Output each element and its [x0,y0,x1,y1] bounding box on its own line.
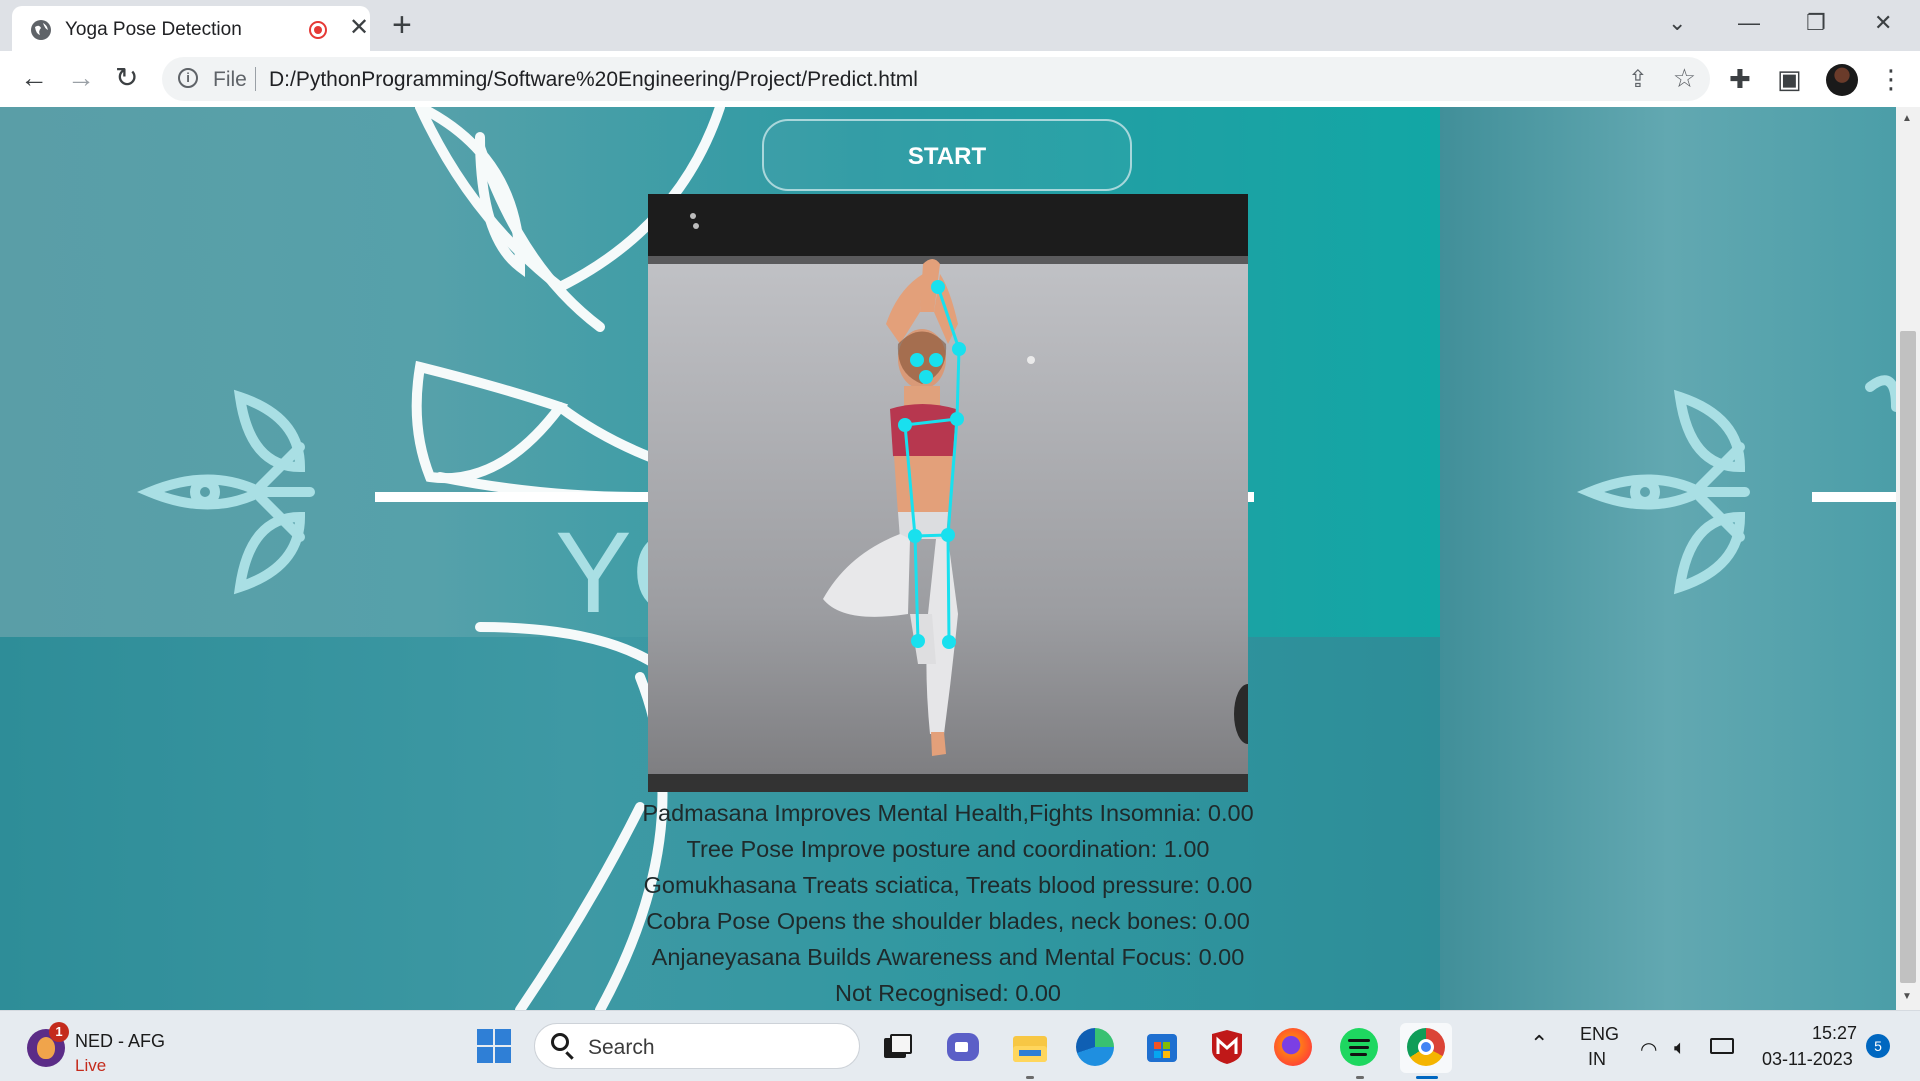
store-icon[interactable] [1143,1028,1181,1066]
file-explorer-icon[interactable] [1011,1028,1049,1066]
chrome-active-tile[interactable] [1400,1023,1452,1073]
wifi-icon[interactable]: ◠ [1640,1037,1657,1062]
task-view-icon[interactable] [878,1028,916,1066]
browser-toolbar: ← → ↻ i File D:/PythonProgramming/Softwa… [0,51,1920,108]
language-indicator-line1[interactable]: ENG [1580,1024,1619,1045]
reload-icon[interactable]: ↻ [115,61,138,95]
chat-icon[interactable] [944,1028,982,1066]
minimize-icon[interactable]: — [1738,8,1760,38]
notification-count-badge[interactable]: 5 [1866,1034,1890,1058]
share-icon[interactable]: ⇪ [1628,65,1648,94]
mcafee-icon[interactable] [1208,1028,1246,1066]
side-panel-icon[interactable]: ▣ [1777,65,1802,93]
browser-menu-icon[interactable]: ⋮ [1878,65,1904,93]
tab-close-icon[interactable]: ✕ [349,16,369,40]
taskbar-search-box[interactable]: Search [534,1023,860,1069]
clock-date[interactable]: 03-11-2023 [1762,1049,1853,1070]
start-button[interactable]: START [762,119,1132,191]
spotify-icon[interactable] [1340,1028,1378,1066]
spotify-running-indicator [1356,1076,1364,1079]
pose-predictions: Padmasana Improves Mental Health,Fights … [0,795,1896,1010]
scroll-down-arrow-icon[interactable]: ▼ [1902,991,1912,1002]
profile-avatar[interactable] [1826,64,1858,96]
close-window-icon[interactable]: ✕ [1874,8,1892,38]
battery-icon[interactable] [1710,1038,1734,1054]
address-scheme-label: File [213,68,247,91]
prediction-anjaneyasana: Anjaneyasana Builds Awareness and Mental… [651,944,1245,970]
new-tab-button[interactable]: + [392,8,412,42]
windows-taskbar: 1 NED - AFG Live Search ⌃ ENG IN ◠ 🔈︎ 15… [0,1010,1920,1081]
prediction-cobra-pose: Cobra Pose Opens the shoulder blades, ne… [646,908,1250,934]
back-arrow-icon[interactable]: ← [20,61,48,95]
clock-time[interactable]: 15:27 [1812,1023,1857,1044]
prediction-padmasana: Padmasana Improves Mental Health,Fights … [642,800,1254,826]
volume-icon[interactable]: 🔈︎ [1674,1037,1686,1060]
chrome-active-indicator [1416,1076,1438,1079]
prediction-gomukhasana: Gomukhasana Treats sciatica, Treats bloo… [643,872,1253,898]
widget-flame-icon [37,1037,55,1059]
tab-title: Yoga Pose Detection [65,19,242,40]
search-icon [551,1033,569,1051]
tab-search-chevron-icon[interactable]: ⌄ [1668,8,1686,38]
show-hidden-icons-chevron-icon[interactable]: ⌃ [1530,1031,1548,1057]
globe-icon [31,20,51,40]
prediction-tree-pose: Tree Pose Improve posture and coordinati… [686,836,1210,862]
address-url[interactable]: D:/PythonProgramming/Software%20Engineer… [269,68,918,92]
edge-icon[interactable] [1076,1028,1114,1066]
page-viewport: YO START Padmasana Improves Mental Healt… [0,107,1896,1010]
site-info-icon[interactable]: i [178,68,198,88]
restore-icon[interactable]: ❐ [1806,8,1826,38]
pose-detection-frame [648,194,1248,792]
tab-yoga-pose-detection[interactable]: Yoga Pose Detection ✕ [12,6,370,51]
bookmark-star-icon[interactable]: ☆ [1673,63,1696,94]
language-indicator-line2[interactable]: IN [1588,1049,1606,1070]
firefox-icon[interactable] [1274,1028,1312,1066]
forward-arrow-icon[interactable]: → [67,61,95,95]
search-placeholder: Search [588,1036,655,1059]
webcam-video-feed [648,194,1248,792]
browser-tab-bar: Yoga Pose Detection ✕ + ⌄ — ❐ ✕ [0,0,1920,51]
scrollbar-thumb[interactable] [1900,331,1916,983]
recording-indicator-icon [309,21,327,39]
prediction-not-recognised: Not Recognised: 0.00 [834,980,1061,1006]
address-bar[interactable]: i File D:/PythonProgramming/Software%20E… [162,57,1710,101]
widget-title[interactable]: NED - AFG [75,1031,165,1052]
file-explorer-running-indicator [1026,1076,1034,1079]
widget-badge: 1 [49,1022,69,1042]
widget-status[interactable]: Live [75,1056,106,1076]
extensions-puzzle-icon[interactable]: ✚ [1729,65,1751,93]
scroll-up-arrow-icon[interactable]: ▲ [1902,113,1912,124]
weather-widget-icon[interactable]: 1 [27,1022,69,1067]
address-separator [255,67,256,91]
windows-start-icon[interactable] [477,1029,511,1063]
page-scrollbar[interactable]: ▲ ▼ [1896,107,1920,1010]
